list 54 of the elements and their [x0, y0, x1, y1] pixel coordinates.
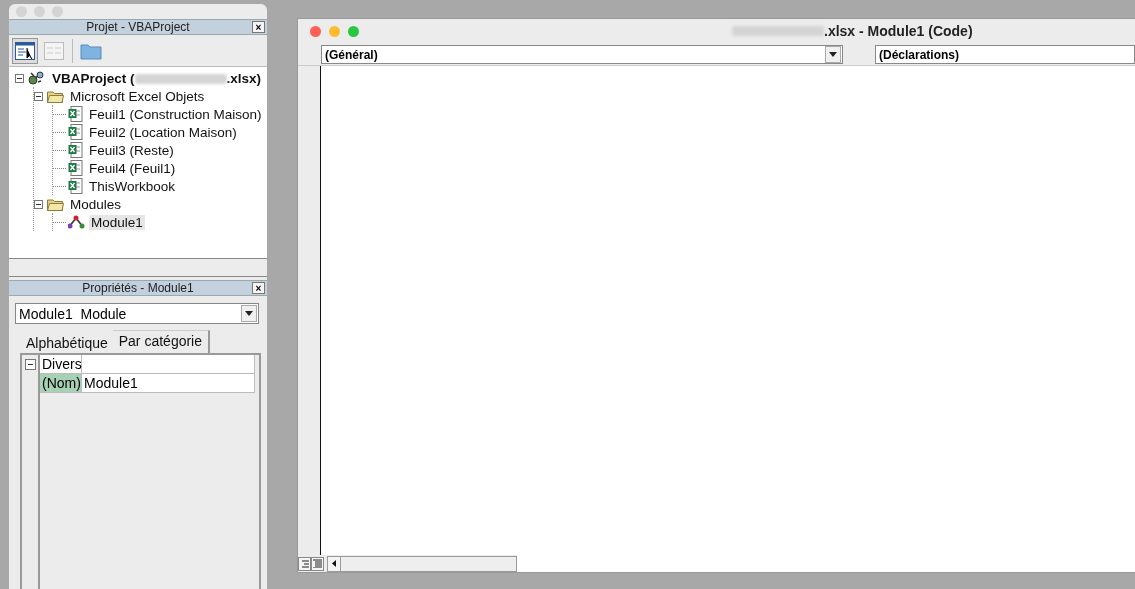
tree-item[interactable]: Module1 [89, 214, 145, 230]
category-cell: Divers [40, 355, 82, 374]
tree-item[interactable]: Feuil2 (Location Maison) [87, 124, 239, 140]
tree-item[interactable]: Modules [68, 196, 124, 212]
close-dot[interactable] [16, 6, 27, 17]
lines-icon [300, 559, 309, 568]
panel-title: Propriétés - Module1 [82, 281, 194, 295]
zoom-dot[interactable] [348, 26, 359, 37]
collapse-toggle[interactable] [24, 359, 36, 370]
excel-sheet-icon [68, 160, 83, 176]
excel-sheet-icon [68, 106, 83, 122]
close-dot[interactable] [310, 26, 321, 37]
code-view-icon [15, 41, 35, 60]
tree-item[interactable]: VBAProject ( .xlsx) [50, 70, 264, 86]
object-dropdown[interactable]: (Général) [321, 45, 843, 64]
scroll-left-button[interactable] [328, 556, 341, 571]
collapse-toggle[interactable] [15, 73, 24, 83]
collapse-toggle[interactable] [34, 91, 43, 101]
folder-icon [47, 197, 64, 211]
excel-sheet-icon [68, 142, 83, 158]
tree-item[interactable]: Microsoft Excel Objets [68, 88, 207, 104]
folder-icon [47, 89, 64, 103]
close-button[interactable]: × [252, 282, 265, 294]
procedure-view-button[interactable] [298, 556, 311, 571]
object-dropdown[interactable]: Module1 Module [15, 303, 259, 324]
tree-item[interactable]: Feuil4 (Feuil1) [87, 160, 178, 176]
folder-icon [80, 41, 102, 60]
minimize-dot[interactable] [329, 26, 340, 37]
property-value-cell[interactable]: Module1 [82, 374, 255, 393]
dropdown-button[interactable] [825, 46, 841, 63]
close-button[interactable]: × [252, 21, 265, 33]
property-name-cell[interactable]: (Nom) [40, 374, 82, 393]
tree-item[interactable]: Feuil3 (Reste) [87, 142, 176, 158]
lines-icon [313, 559, 322, 568]
dropdown-button[interactable] [241, 305, 257, 322]
panel-title: Projet - VBAProject [86, 20, 190, 34]
horizontal-scrollbar[interactable] [327, 555, 517, 572]
form-view-icon [44, 41, 64, 60]
excel-sheet-icon [68, 124, 83, 140]
collapse-toggle[interactable] [34, 199, 43, 209]
tree-item[interactable]: ThisWorkbook [87, 178, 178, 194]
procedure-dropdown[interactable]: (Déclarations) [875, 45, 1135, 64]
tab[interactable]: Par catégorie [112, 330, 211, 353]
tree-item[interactable]: Feuil1 (Construction Maison) [87, 106, 264, 122]
module-icon [68, 215, 85, 229]
left-arrow-icon [332, 560, 336, 567]
caret-icon [245, 311, 253, 316]
project-icon [28, 70, 45, 86]
excel-sheet-icon [68, 178, 83, 194]
minimize-dot[interactable] [34, 6, 45, 17]
caret-icon [829, 52, 837, 57]
window-title: .xlsx - Module1 (Code) [824, 23, 973, 39]
toolbar-button[interactable] [12, 37, 38, 64]
zoom-dot[interactable] [52, 6, 63, 17]
